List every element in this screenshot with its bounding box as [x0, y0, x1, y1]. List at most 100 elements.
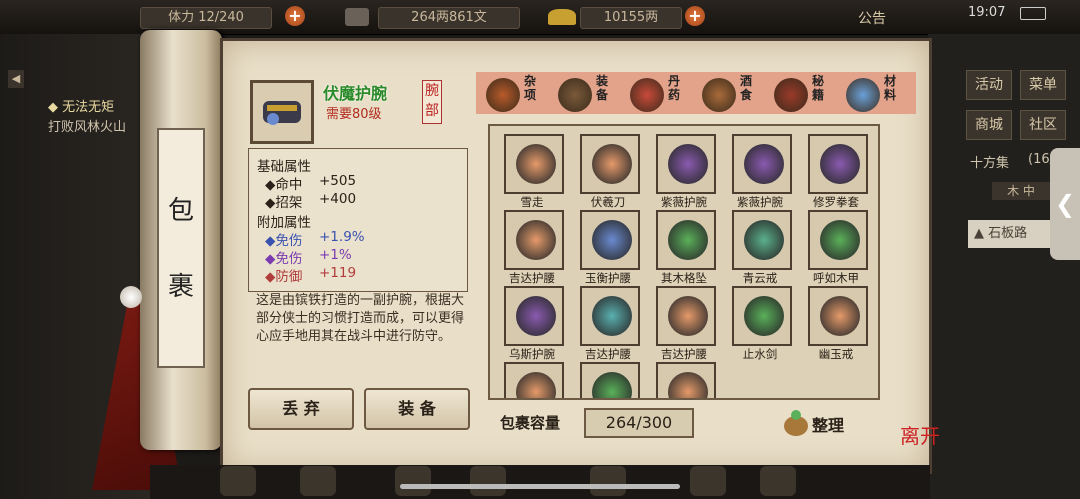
item-slot-badge: 腕部 — [422, 80, 442, 124]
close-button[interactable]: 离开 — [900, 420, 940, 449]
inventory-slot-frame — [580, 286, 640, 346]
inventory-slot-frame — [504, 134, 564, 194]
category-tab[interactable]: 材料 — [842, 74, 914, 114]
category-tab[interactable]: 秘籍 — [770, 74, 842, 114]
side-expand-tab[interactable]: ❮ — [1050, 148, 1080, 260]
bracer-icon — [263, 101, 301, 125]
nav-slot[interactable] — [470, 466, 506, 496]
item-label: 玉衡护腰 — [585, 271, 631, 285]
inventory-slot[interactable]: 青云戒 — [730, 210, 792, 285]
inventory-slot-frame — [732, 286, 792, 346]
nav-slot[interactable] — [760, 466, 796, 496]
category-tab-label: 秘籍 — [812, 74, 825, 102]
item-icon — [668, 220, 708, 260]
item-label: 呼如木甲 — [813, 271, 859, 285]
inventory-slot[interactable]: 雪走 — [502, 134, 564, 209]
inventory-slot-frame — [656, 286, 716, 346]
category-tab[interactable]: 杂项 — [482, 74, 554, 114]
inventory-slot-frame — [808, 134, 868, 194]
nav-slot[interactable] — [300, 466, 336, 496]
item-icon — [744, 144, 784, 184]
inventory-slot-frame — [808, 210, 868, 270]
category-tab[interactable]: 酒食 — [698, 74, 770, 114]
equip-button[interactable]: 装 备 — [364, 388, 470, 430]
shop-button[interactable]: 商城 — [966, 110, 1012, 140]
stamina-display: 体力 12/240 — [140, 7, 272, 29]
item-label: 青云戒 — [742, 271, 778, 285]
inventory-slot[interactable]: 玉衡护腰 — [578, 210, 640, 285]
item-name: 伏魔护腕 — [323, 84, 388, 103]
item-icon — [820, 144, 860, 184]
inventory-slot-frame — [580, 362, 640, 398]
nav-slot[interactable] — [220, 466, 256, 496]
inventory-slot[interactable] — [578, 362, 640, 398]
inventory-slot-frame — [504, 210, 564, 270]
discard-button[interactable]: 丢 弃 — [248, 388, 354, 430]
nav-slot[interactable] — [690, 466, 726, 496]
item-label: 修罗拳套 — [813, 195, 859, 209]
bead-decoration — [120, 286, 142, 308]
area-name: 十方集 — [970, 156, 1010, 171]
inventory-slot[interactable]: 伏羲刀 — [578, 134, 640, 209]
collapse-arrow-icon[interactable]: ◀ — [8, 70, 24, 88]
menu-button[interactable]: 菜单 — [1020, 70, 1066, 100]
item-label: 幽玉戒 — [818, 347, 854, 361]
item-description: 这是由镔铁打造的一副护腕，根据大部分侠士的习惯打造而成，可以更得心应手地用其在战… — [256, 293, 465, 344]
activity-button[interactable]: 活动 — [966, 70, 1012, 100]
extra-attr-value: +119 — [319, 265, 357, 281]
inventory-slot[interactable]: 吉达护腰 — [654, 286, 716, 361]
inventory-slot[interactable]: 吉达护腰 — [578, 286, 640, 361]
base-attr-value: +505 — [319, 173, 357, 189]
road-item[interactable]: ▲ 石板路 — [968, 220, 1050, 248]
inventory-slot[interactable] — [502, 362, 564, 398]
inventory-slot[interactable]: 其木格坠 — [654, 210, 716, 285]
category-tab[interactable]: 装备 — [554, 74, 626, 114]
inventory-slot-frame — [732, 210, 792, 270]
item-icon — [668, 144, 708, 184]
item-icon — [516, 296, 556, 336]
inventory-slot[interactable]: 吉达护腰 — [502, 210, 564, 285]
scroll-title-panel: 包 裹 — [157, 128, 205, 368]
announce-button[interactable]: 公告 — [858, 8, 886, 28]
community-button[interactable]: 社区 — [1020, 110, 1066, 140]
sort-label[interactable]: 整理 — [812, 412, 844, 436]
item-icon — [744, 220, 784, 260]
inventory-slot-frame — [656, 210, 716, 270]
inventory-slot[interactable]: 止水剑 — [730, 286, 792, 361]
add-gold-button[interactable]: + — [685, 6, 705, 26]
item-icon — [516, 372, 556, 398]
item-label: 吉达护腰 — [509, 271, 555, 285]
inventory-slot[interactable]: 紫薇护腕 — [730, 134, 792, 209]
item-label: 吉达护腰 — [661, 347, 707, 361]
category-tab[interactable]: 丹药 — [626, 74, 698, 114]
category-tab-icon — [702, 78, 736, 112]
inventory-slot-frame — [656, 362, 716, 398]
inventory-slot[interactable]: 紫薇护腕 — [654, 134, 716, 209]
clock: 19:07 — [968, 5, 1006, 20]
nav-slot[interactable] — [590, 466, 626, 496]
inventory-slot[interactable]: 乌斯护腕 — [502, 286, 564, 361]
quest-title[interactable]: ◆ 无法无矩 — [48, 96, 114, 115]
gold-display: 10155两 — [580, 7, 682, 29]
item-icon — [668, 296, 708, 336]
inventory-slot-frame — [580, 210, 640, 270]
inventory-slot[interactable] — [654, 362, 716, 398]
category-tab-icon — [630, 78, 664, 112]
gold-ingot-icon — [548, 9, 576, 25]
capacity-label: 包裹容量 — [500, 414, 561, 432]
category-tab-label: 杂项 — [524, 74, 537, 102]
add-stamina-button[interactable]: + — [285, 6, 305, 26]
base-attr-title: 基础属性 — [257, 159, 311, 175]
inventory-slot[interactable]: 修罗拳套 — [806, 134, 868, 209]
road-marker-icon: ▲ — [974, 226, 984, 241]
inventory-grid[interactable]: 雪走 伏羲刀 紫薇护腕 紫薇护腕 修罗拳套 吉达护腰 玉衡护腰 其木格坠 青云戒 呼如木甲 乌斯护腕… — [488, 124, 880, 400]
inventory-slot[interactable]: 呼如木甲 — [806, 210, 868, 285]
inventory-slot[interactable]: 幽玉戒 — [806, 286, 868, 361]
item-icon — [592, 296, 632, 336]
base-attr-label: ◆招架 — [265, 195, 303, 211]
nav-slot[interactable] — [395, 466, 431, 496]
home-indicator — [400, 484, 680, 489]
item-icon — [516, 144, 556, 184]
item-icon — [592, 144, 632, 184]
scroll-title-char: 包 — [167, 196, 194, 226]
